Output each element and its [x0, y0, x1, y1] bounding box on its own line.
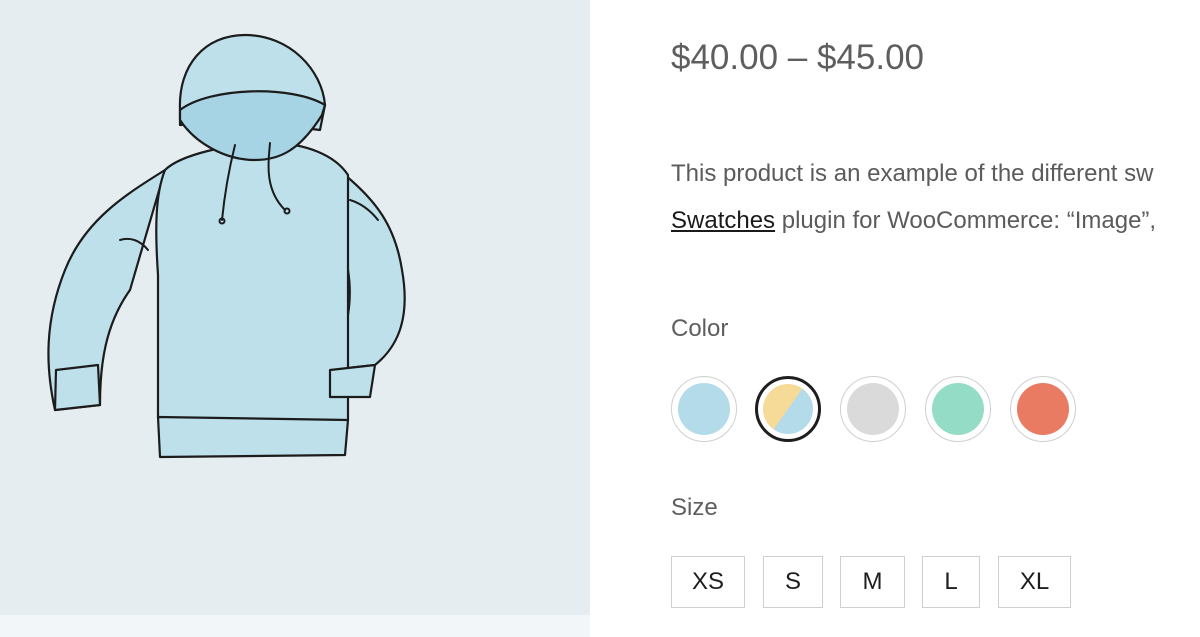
description-line-1: This product is an example of the differ…	[671, 160, 1154, 187]
size-option-xs[interactable]: XS	[671, 556, 745, 608]
product-image-panel	[0, 0, 590, 637]
swatch-gray[interactable]	[840, 376, 906, 442]
thumbnail-strip	[0, 615, 590, 637]
swatch-light-blue-fill	[678, 383, 730, 435]
swatches-plugin-link[interactable]: Swatches	[671, 207, 775, 234]
description-line-2: Swatches plugin for WooCommerce: “Image”…	[671, 197, 1200, 244]
product-price: $40.00 – $45.00	[671, 38, 925, 77]
product-description: This product is an example of the differ…	[671, 150, 1200, 244]
description-line-2-text: plugin for WooCommerce: “Image”,	[775, 207, 1157, 234]
swatch-mint-fill	[932, 383, 984, 435]
hoodie-image	[47, 33, 406, 459]
swatch-yellow-blue[interactable]	[755, 376, 821, 442]
swatch-coral-fill	[1017, 383, 1069, 435]
color-attribute-label: Color	[671, 315, 729, 342]
swatch-yellow-blue-fill	[763, 384, 813, 434]
size-option-l[interactable]: L	[922, 556, 980, 608]
size-option-m[interactable]: M	[840, 556, 905, 608]
swatch-coral[interactable]	[1010, 376, 1076, 442]
swatch-gray-fill	[847, 383, 899, 435]
size-option-s[interactable]: S	[763, 556, 823, 608]
swatch-mint[interactable]	[925, 376, 991, 442]
swatch-light-blue[interactable]	[671, 376, 737, 442]
size-attribute-label: Size	[671, 494, 718, 521]
size-option-xl[interactable]: XL	[998, 556, 1071, 608]
